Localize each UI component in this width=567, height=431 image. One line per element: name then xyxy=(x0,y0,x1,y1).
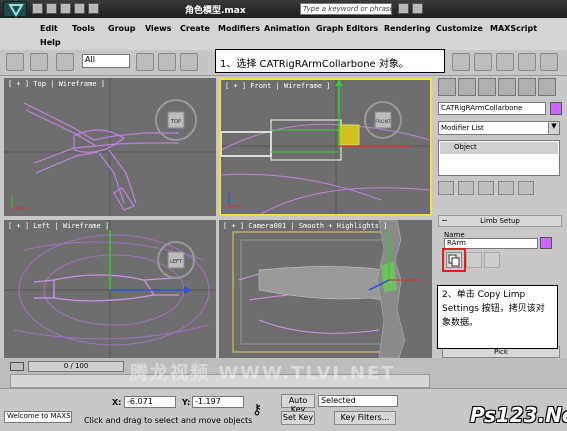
top-viewport-wireframe: TOP xyxy=(4,78,216,216)
viewport-label-top[interactable]: [ + ] Top | Wireframe ] xyxy=(8,80,105,88)
maxscript-listener[interactable]: Welcome to MAXS xyxy=(4,411,72,423)
quick-render-icon[interactable] xyxy=(518,53,536,71)
auto-key-button[interactable]: Auto Key xyxy=(281,394,315,414)
chevron-down-icon[interactable]: ▼ xyxy=(548,122,559,134)
instruction-callout-2: 2、单击 Copy Limp Settings 按钮，拷贝该对象数据。 xyxy=(437,285,558,349)
menu-maxscript[interactable]: MAXScript xyxy=(490,24,537,33)
render-setup-icon[interactable] xyxy=(474,53,492,71)
viewport-top[interactable]: TOP [ + ] Top | Wireframe ] xyxy=(4,78,216,216)
utilities-tab-icon[interactable] xyxy=(538,78,556,96)
menu-modifiers[interactable]: Modifiers xyxy=(218,24,260,33)
viewport-label-front[interactable]: [ + ] Front | Wireframe ] xyxy=(225,82,330,90)
make-unique-icon[interactable] xyxy=(478,181,494,195)
watermark: 腾龙视频 WWW.TLVI.NET xyxy=(130,363,396,384)
hierarchy-tab-icon[interactable] xyxy=(478,78,496,96)
configure-modifier-sets-icon[interactable] xyxy=(518,181,534,195)
open-file-icon[interactable] xyxy=(46,3,57,14)
show-end-result-icon[interactable] xyxy=(458,181,474,195)
link-icon[interactable] xyxy=(30,53,48,71)
camera-viewport-render xyxy=(219,220,432,358)
menu-customize[interactable]: Customize xyxy=(436,24,483,33)
viewport-left[interactable]: LEFT [ + ] Left | Wireframe ] xyxy=(4,220,216,358)
render-frame-icon[interactable] xyxy=(496,53,514,71)
select-by-name-icon[interactable] xyxy=(158,53,176,71)
mini-curve-editor-icon[interactable] xyxy=(10,362,24,371)
site-logo: Ps123.Net xyxy=(470,403,567,427)
viewcube-label-top[interactable]: TOP xyxy=(170,119,181,125)
modifier-list-dropdown[interactable]: Modifier List xyxy=(438,121,560,135)
object-color-swatch[interactable] xyxy=(550,102,562,115)
y-label: Y: xyxy=(182,398,191,407)
collapse-icon[interactable]: − xyxy=(441,216,448,225)
menu-tools[interactable]: Tools xyxy=(72,24,95,33)
teapot-icon[interactable] xyxy=(540,53,558,71)
status-message: Click and drag to select and move object… xyxy=(84,416,253,425)
object-name-field[interactable]: CATRigRArmCollarbone xyxy=(438,102,546,115)
paste-mirror-button[interactable] xyxy=(484,252,500,268)
search-icon[interactable] xyxy=(398,3,409,14)
menu-graph-editors[interactable]: Graph Editors xyxy=(316,24,378,33)
viewport-camera[interactable]: [ + ] Camera001 | Smooth + Highlights ] xyxy=(219,220,432,358)
title-bar: 角色模型.max Type a keyword or phrase xyxy=(0,0,567,18)
limb-setup-rollout[interactable]: Limb Setup xyxy=(438,215,562,227)
redo-icon[interactable] xyxy=(88,3,99,14)
bind-spacewarp-icon[interactable] xyxy=(56,53,74,71)
modify-tab-icon[interactable] xyxy=(458,78,476,96)
key-icon[interactable]: ⚷ xyxy=(252,402,262,418)
selection-filter-dropdown[interactable]: All xyxy=(82,54,130,68)
undo-tool-icon[interactable] xyxy=(6,53,24,71)
rect-selection-icon[interactable] xyxy=(180,53,198,71)
y-coordinate-field[interactable]: -1.197 xyxy=(192,396,244,408)
set-key-button[interactable]: Set Key xyxy=(281,411,315,425)
menu-bar: Edit Tools Group Views Create Modifiers … xyxy=(0,18,567,50)
material-editor-icon[interactable] xyxy=(452,53,470,71)
key-set-dropdown[interactable]: Selected xyxy=(318,395,398,407)
instruction-callout-1: 1、选择 CATRigRArmCollarbone 对象。 xyxy=(215,49,445,73)
x-coordinate-field[interactable]: -6.071 xyxy=(124,396,176,408)
motion-tab-icon[interactable] xyxy=(498,78,516,96)
select-object-icon[interactable] xyxy=(136,53,154,71)
remove-modifier-icon[interactable] xyxy=(498,181,514,195)
x-label: X: xyxy=(112,398,122,407)
stack-item-object[interactable]: Object xyxy=(440,142,558,154)
time-slider[interactable]: 0 / 100 xyxy=(28,361,124,372)
window-title: 角色模型.max xyxy=(185,6,246,16)
menu-animation[interactable]: Animation xyxy=(264,24,310,33)
viewcube-label-left[interactable]: LEFT xyxy=(170,259,183,265)
menu-views[interactable]: Views xyxy=(145,24,171,33)
paste-limb-settings-button[interactable] xyxy=(466,252,482,268)
help-icon[interactable] xyxy=(412,3,423,14)
menu-help[interactable]: Help xyxy=(40,38,61,47)
menu-group[interactable]: Group xyxy=(108,24,135,33)
pin-stack-icon[interactable] xyxy=(438,181,454,195)
create-tab-icon[interactable] xyxy=(438,78,456,96)
viewcube-label-front[interactable]: FRONT xyxy=(375,119,391,125)
menu-edit[interactable]: Edit xyxy=(40,24,58,33)
display-tab-icon[interactable] xyxy=(518,78,536,96)
front-viewport-wireframe: FRONT xyxy=(221,80,430,214)
viewport-label-camera[interactable]: [ + ] Camera001 | Smooth + Highlights ] xyxy=(223,222,387,230)
menu-rendering[interactable]: Rendering xyxy=(384,24,431,33)
modifier-stack[interactable]: Object xyxy=(438,140,560,176)
limb-color-swatch[interactable] xyxy=(540,237,552,249)
new-file-icon[interactable] xyxy=(32,3,43,14)
undo-icon[interactable] xyxy=(74,3,85,14)
key-filters-button[interactable]: Key Filters... xyxy=(334,411,396,425)
viewport-label-left[interactable]: [ + ] Left | Wireframe ] xyxy=(8,222,109,230)
menu-create[interactable]: Create xyxy=(180,24,210,33)
left-viewport-wireframe: LEFT xyxy=(4,220,216,358)
viewport-front[interactable]: FRONT [ + ] Front | Wireframe ] xyxy=(219,78,432,216)
search-input[interactable]: Type a keyword or phrase xyxy=(300,3,394,15)
copy-button-highlight xyxy=(442,248,466,272)
save-file-icon[interactable] xyxy=(60,3,71,14)
app-logo-icon[interactable] xyxy=(3,1,27,17)
